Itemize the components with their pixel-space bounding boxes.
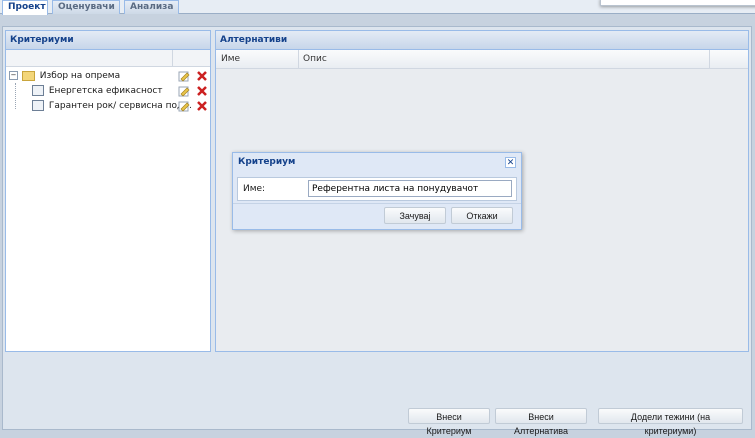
collapse-icon[interactable]: −: [9, 71, 18, 80]
folder-icon: [21, 70, 35, 81]
tab-project[interactable]: Проект: [2, 0, 48, 15]
column-header-name[interactable]: Име: [221, 50, 240, 68]
alternatives-panel-title: Алтернативи: [216, 31, 748, 50]
tab-analysis[interactable]: Анализа: [124, 0, 179, 14]
add-alternative-button[interactable]: Внеси Алтернатива: [495, 408, 587, 436]
name-label: Име:: [243, 184, 266, 194]
tree-row[interactable]: Енергетска ефикасност: [32, 84, 209, 98]
tree-item-label: Енергетска ефикасност: [48, 86, 163, 96]
dialog-title: Критериум: [238, 157, 296, 167]
add-criterion-button[interactable]: Внеси Критериум: [408, 408, 490, 436]
tab-evaluators[interactable]: Оценувачи: [52, 0, 120, 14]
column-header-description[interactable]: Опис: [303, 50, 327, 68]
cancel-button[interactable]: Откажи: [451, 207, 513, 224]
criteria-panel: Критериуми − Избор на опрема Енергетска …: [5, 30, 211, 352]
delete-icon[interactable]: [196, 100, 208, 117]
tree-item-label: Гарантен рок/ сервисна под...: [48, 101, 192, 111]
criterion-name-input[interactable]: [308, 180, 512, 197]
save-button[interactable]: Зачувај: [384, 207, 446, 224]
criteria-panel-title: Критериуми: [6, 31, 210, 50]
criterion-icon: [32, 85, 44, 96]
criteria-toolbar: [6, 50, 210, 67]
edit-icon[interactable]: [178, 100, 190, 117]
criterion-icon: [32, 100, 44, 111]
tree-row[interactable]: Гарантен рок/ сервисна под...: [32, 99, 209, 113]
alternatives-grid-header: Име Опис: [216, 50, 748, 69]
assign-weights-button[interactable]: Додели тежини (на критериуми): [598, 408, 743, 436]
tree-item-label: Избор на опрема: [39, 71, 121, 81]
tree-row[interactable]: − Избор на опрема: [9, 69, 209, 83]
close-icon[interactable]: ✕: [505, 157, 516, 168]
floating-window-edge: [600, 0, 755, 6]
